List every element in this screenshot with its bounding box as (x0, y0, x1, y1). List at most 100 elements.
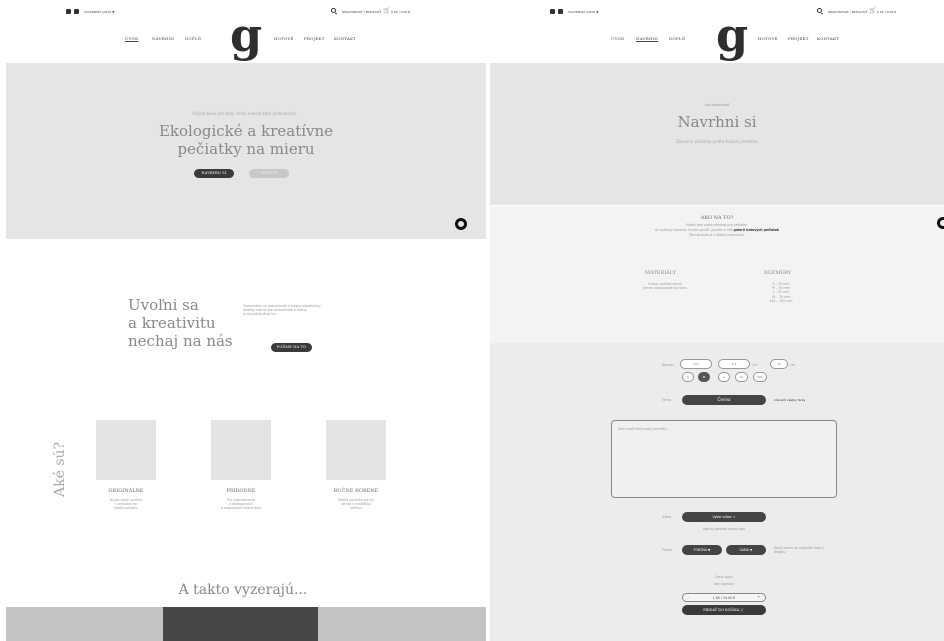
nav-hotove[interactable]: HOTOVÉ (274, 36, 294, 41)
nav-uvod[interactable]: ÚVOD (125, 36, 138, 41)
nav-uvod[interactable]: ÚVOD (611, 36, 624, 41)
nav-kontakt[interactable]: KONTAKT (817, 36, 839, 41)
nav-navrhni[interactable]: NAVRHNI (636, 36, 658, 41)
materials-line2: jemne opracované do tvaru (642, 286, 688, 291)
hero-subtitle: Objednávka pečiatky nikdy nebola taká je… (192, 111, 300, 116)
logo[interactable]: g (230, 12, 262, 58)
design-hero: Ako objednávať Navrhni si Drevená pečiat… (490, 63, 944, 205)
search-icon[interactable] (817, 8, 822, 13)
color-select[interactable]: Čierna (682, 395, 766, 405)
how-line3: Táto stránka je v štádiu testovania. (689, 233, 745, 237)
depth-input[interactable]: 11 (770, 359, 788, 369)
upload-icon: ⇪ (732, 515, 736, 519)
instagram-icon[interactable] (74, 9, 79, 14)
instagram-icon[interactable] (558, 9, 563, 14)
features-side-heading: Aké sú? (52, 441, 68, 497)
page-subtitle: Drevená pečiatka podľa tvojich predstáv (676, 139, 758, 144)
intro-heading-line3: nechaj na nás (128, 332, 233, 350)
search-icon[interactable] (331, 8, 336, 13)
page-title: Navrhni si (677, 113, 757, 131)
chevron-down-icon: ▼ (707, 548, 711, 552)
cart-icon[interactable]: 🛒 (383, 8, 390, 14)
font-label: Písmo (662, 548, 672, 552)
language-selector[interactable]: SLOVENSKÝ JAZYK ▼ (568, 10, 599, 14)
chat-circle-icon[interactable] (937, 217, 944, 229)
feature-image-natural (211, 420, 271, 480)
nav-kontakt[interactable]: KONTAKT (334, 36, 356, 41)
ready-made-button[interactable]: HOTOVÉ (249, 169, 289, 178)
file-label: Súbor (662, 515, 672, 519)
feature-original: ORIGINÁLNE Dizajn ktorý vznikne s ohľado… (86, 488, 166, 511)
language-selector[interactable]: SLOVENSKÝ JAZYK ▼ (84, 10, 115, 14)
chat-circle-icon[interactable] (455, 218, 467, 230)
size-option-l[interactable]: L (718, 372, 730, 382)
hero-section: Objednávka pečiatky nikdy nebola taká je… (6, 63, 486, 239)
feature-title: ORIGINÁLNE (108, 488, 144, 494)
configurator: Rozmer 2,5 3,5 cm 11 cm S M L XL XXL Far… (490, 343, 944, 641)
account-link[interactable]: REGISTROVAŤ / PRIHLÁSIŤ (828, 10, 867, 14)
gallery-heading: A takto vyzerajú... (178, 582, 308, 598)
gallery-link[interactable]: galerii hotových pečiatok (734, 228, 780, 232)
cart-summary[interactable]: 0 KS / 0,00 € (877, 10, 896, 14)
intro-heading-line1: Uvoľni sa (128, 296, 199, 314)
logo[interactable]: g (716, 12, 748, 58)
size-label: Rozmer (662, 363, 675, 367)
cart-icon: 🛒 (740, 608, 745, 612)
size-unit-2: cm (790, 363, 795, 367)
gallery-image-2[interactable] (163, 607, 318, 641)
nav-hotove[interactable]: HOTOVÉ (758, 36, 778, 41)
nav-dopln[interactable]: DOPLŇ (185, 36, 201, 41)
lets-go-button[interactable]: POĎME NA TO (271, 343, 312, 352)
how-line2-text: Ak vybraný obrázok chcete použiť, pozrit… (654, 228, 734, 232)
size-row: XXL – 100 mm (769, 298, 793, 303)
font-select-value: FONTNA (693, 548, 707, 552)
how-heading: AKO NA TO? (700, 215, 734, 221)
materials-heading: MATERIÁLY (645, 270, 677, 276)
qty-plus-button[interactable]: + (757, 595, 760, 599)
add-to-cart-button[interactable]: PRIDAŤ DO KOŠÍKA 🛒 (682, 605, 766, 615)
facebook-icon[interactable] (66, 9, 71, 14)
gallery-image-3[interactable] (318, 607, 486, 641)
size-option-m[interactable]: M (698, 372, 710, 382)
price-label: Cena spolu (715, 575, 733, 579)
cart-summary[interactable]: 0 KS / 0,00 € (391, 10, 410, 14)
chevron-down-icon: ▼ (749, 548, 753, 552)
file-upload-button[interactable]: Vyber súbor ⇪ (682, 512, 766, 522)
feature-desc-line3: vášňou (350, 506, 362, 511)
font-select[interactable]: FONTNA ▼ (682, 545, 722, 555)
width-input[interactable]: 2,5 (680, 359, 712, 369)
facebook-icon[interactable] (550, 9, 555, 14)
how-line1: Vložte text alebo obrázok pre pečiatku. (685, 223, 749, 227)
nav-projekt[interactable]: PROJEKT (304, 36, 325, 41)
size-unit: cm (752, 363, 757, 367)
hero-title-line2: pečiatky na mieru (177, 140, 315, 158)
how-line2: Ak vybraný obrázok chcete použiť, pozrit… (490, 228, 944, 232)
sizes-list: S – 30 mm M – 40 mm L – 50 mm XL – 70 mm… (761, 282, 801, 303)
size-option-xl[interactable]: XL (735, 372, 748, 382)
home-page-panel: SLOVENSKÝ JAZYK ▼ REGISTROVAŤ / PRIHLÁSI… (0, 0, 486, 641)
design-button[interactable]: NAVRHNI SI (194, 169, 234, 178)
size-option-xxl[interactable]: XXL (753, 372, 767, 382)
how-section: AKO NA TO? Vložte text alebo obrázok pre… (490, 206, 944, 343)
gallery-image-1[interactable] (6, 607, 163, 641)
style-select[interactable]: SAMA ▼ (726, 545, 766, 555)
hero-title-line1: Ekologické a kreatívne (158, 122, 334, 140)
account-link[interactable]: REGISTROVAŤ / PRIHLÁSIŤ (342, 10, 381, 14)
nav-dopln[interactable]: DOPLŇ (669, 36, 685, 41)
feature-image-original (96, 420, 156, 480)
size-option-s[interactable]: S (682, 372, 694, 382)
feature-title: RUČNE ROBENÉ (333, 488, 379, 494)
cart-icon[interactable]: 🛒 (869, 8, 876, 14)
feature-handmade: RUČNE ROBENÉ Každá pečiatka pre jej vzni… (316, 488, 396, 511)
font-note: Ktoré písmo sa najlepšie hodí k dizajnu (774, 546, 824, 555)
quantity-stepper: - 1 KS / 10,00 € + (682, 593, 766, 602)
nav-projekt[interactable]: PROJEKT (788, 36, 809, 41)
qty-value: 1 KS / 10,00 € (712, 595, 736, 600)
color-label: Farba (662, 398, 671, 402)
nav-navrhni[interactable]: NAVRHNI (152, 36, 174, 41)
intro-heading: Uvoľni sa a kreativitu nechaj na nás (128, 296, 233, 350)
stamp-text-area[interactable]: Sem napíš text svojej pečiatky... (611, 420, 837, 498)
all-colors-link[interactable]: zobraziť všetky farby (774, 398, 805, 402)
file-hint: Nahraj obrázok alebo logo (703, 527, 745, 531)
height-input[interactable]: 3,5 (718, 359, 750, 369)
